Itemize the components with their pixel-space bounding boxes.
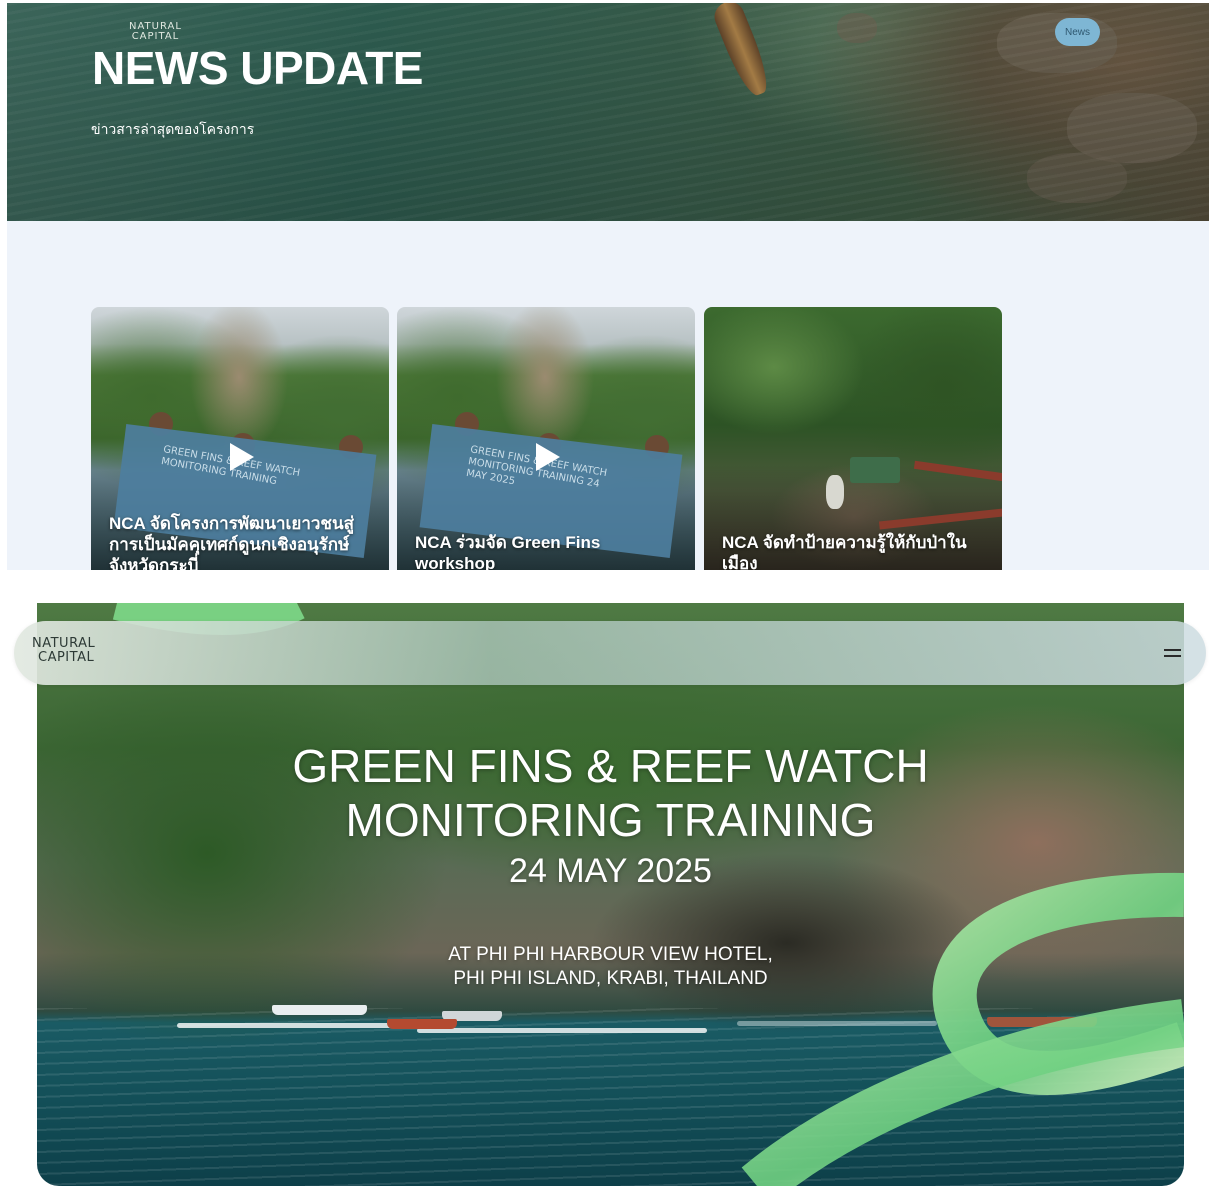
card-image <box>704 307 1002 570</box>
wooden-rail <box>878 508 1002 530</box>
rock <box>997 13 1117 73</box>
page-title: NEWS UPDATE <box>92 42 424 94</box>
rock <box>837 13 877 43</box>
page-subtitle: ข่าวสารล่าสุดของโครงการ <box>91 122 255 138</box>
hamburger-menu-icon[interactable] <box>1164 645 1186 661</box>
natural-capital-logo[interactable]: NATURAL CAPITAL <box>129 22 182 42</box>
wooden-rail <box>913 460 1002 482</box>
boat-wake <box>177 1023 417 1028</box>
boat-wake <box>417 1028 707 1033</box>
news-card[interactable]: GREEN FINS & REEF WATCH MONITORING TRAIN… <box>397 307 695 570</box>
rock <box>1027 153 1127 203</box>
play-icon[interactable] <box>536 443 560 471</box>
top-navbar: NATURAL CAPITAL <box>14 621 1206 685</box>
news-hero-banner: NATURAL CAPITAL NEWS UPDATE ข่าวสารล่าสุ… <box>7 3 1209 221</box>
video-location-line: PHI PHI ISLAND, KRABI, THAILAND <box>453 968 768 989</box>
longtail-boat <box>710 3 775 100</box>
news-page-screenshot: NATURAL CAPITAL NEWS UPDATE ข่าวสารล่าสุ… <box>7 3 1209 570</box>
video-title-line: GREEN FINS & REEF WATCH <box>292 740 929 792</box>
video-title-line: MONITORING TRAINING <box>345 794 876 846</box>
person <box>826 475 844 509</box>
video-date: 24 MAY 2025 <box>509 852 712 890</box>
rock <box>1067 93 1197 163</box>
video-section-screenshot: GREEN FINS & REEF WATCH MONITORING TRAIN… <box>7 603 1209 1186</box>
news-badge[interactable]: News <box>1055 18 1100 46</box>
card-title: NCA จัดโครงการพัฒนาเยาวชนสู่การเป็นมัคคุ… <box>109 514 354 570</box>
boat <box>987 1017 1097 1027</box>
news-card[interactable]: NCA จัดทำป้ายความรู้ให้กับป่าในเมือง <box>704 307 1002 570</box>
info-sign <box>850 457 900 483</box>
card-image: GREEN FINS & REEF WATCH MONITORING TRAIN… <box>397 307 695 570</box>
water-surface <box>37 1008 1184 1186</box>
video-location-line: AT PHI PHI HARBOUR VIEW HOTEL, <box>448 944 773 965</box>
card-title: NCA ร่วมจัด Green Fins workshop <box>415 533 601 570</box>
card-title: NCA จัดทำป้ายความรู้ให้กับป่าในเมือง <box>722 533 967 570</box>
logo-line: NATURAL <box>32 636 96 651</box>
logo-line: CAPITAL <box>38 650 95 665</box>
boat <box>387 1019 457 1029</box>
boat-wake <box>737 1021 937 1026</box>
boat <box>272 1005 367 1015</box>
play-icon[interactable] <box>230 443 254 471</box>
training-video[interactable]: GREEN FINS & REEF WATCH MONITORING TRAIN… <box>37 603 1184 1186</box>
natural-capital-logo[interactable]: NATURAL CAPITAL <box>32 637 95 665</box>
news-card[interactable]: GREEN FINS & REEF WATCH MONITORING TRAIN… <box>91 307 389 570</box>
